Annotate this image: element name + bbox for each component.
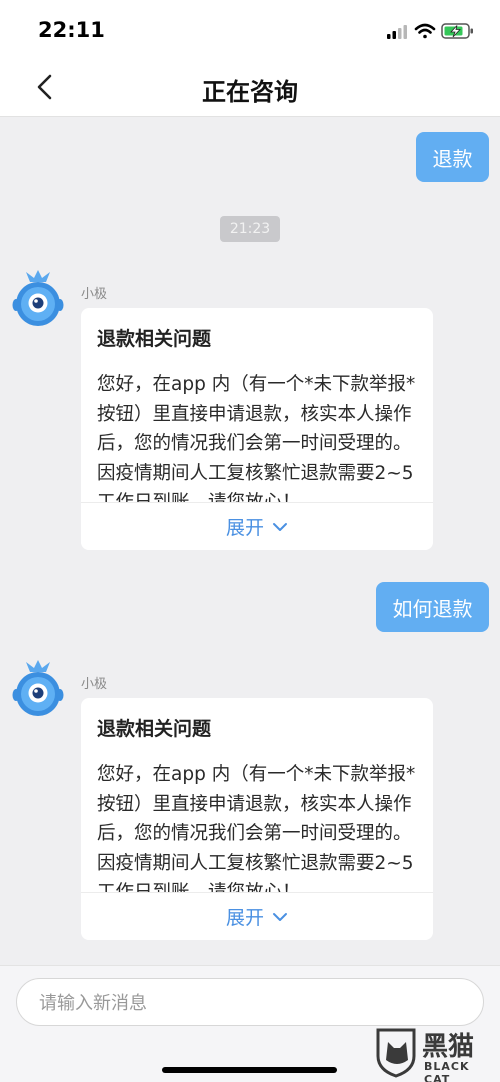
top-bar: 22:11 正在咨询: [0, 0, 500, 117]
card-text: 您好，在app 内（有一个*未下款举报*按钮）里直接申请退款，核实本人操作后，您…: [97, 764, 416, 892]
watermark-subtext: BLACK CAT: [424, 1060, 470, 1082]
robot-avatar-icon: [12, 660, 64, 716]
message-input[interactable]: 请输入新消息: [16, 978, 484, 1026]
signal-icon: [387, 25, 407, 39]
home-indicator: [162, 1067, 337, 1073]
user-message-text: 退款: [432, 146, 473, 171]
expand-button[interactable]: 展开: [81, 892, 433, 940]
chevron-down-icon: [273, 912, 287, 921]
status-time: 22:11: [38, 18, 105, 42]
expand-label: 展开: [225, 517, 264, 539]
bot-answer-card: 退款相关问题 您好，在app 内（有一个*未下款举报*按钮）里直接申请退款，核实…: [81, 308, 433, 550]
user-message-bubble: 退款: [416, 132, 489, 182]
card-body: 退款相关问题 您好，在app 内（有一个*未下款举报*按钮）里直接申请退款，核实…: [81, 308, 433, 502]
robot-avatar-icon: [12, 270, 64, 326]
user-message-bubble: 如何退款: [376, 582, 489, 632]
status-icons: [387, 23, 473, 39]
expand-label: 展开: [225, 907, 264, 929]
bot-name: 小极: [81, 287, 108, 302]
user-message-text: 如何退款: [392, 596, 473, 621]
card-title: 退款相关问题: [97, 328, 212, 350]
card-text: 您好，在app 内（有一个*未下款举报*按钮）里直接申请退款，核实本人操作后，您…: [97, 374, 416, 502]
wifi-icon: [414, 23, 436, 39]
battery-icon: [441, 23, 473, 39]
watermark-text: 黑猫: [422, 1032, 475, 1062]
watermark-logo: 黑猫 BLACK CAT: [372, 1024, 497, 1082]
message-timestamp: 21:23: [220, 216, 280, 242]
card-body: 退款相关问题 您好，在app 内（有一个*未下款举报*按钮）里直接申请退款，核实…: [81, 698, 433, 892]
bot-answer-card: 退款相关问题 您好，在app 内（有一个*未下款举报*按钮）里直接申请退款，核实…: [81, 698, 433, 940]
message-input-placeholder: 请输入新消息: [39, 993, 147, 1014]
expand-button[interactable]: 展开: [81, 502, 433, 550]
cat-logo-icon: [376, 1028, 416, 1078]
bot-name: 小极: [81, 677, 108, 692]
page-title: 正在咨询: [202, 78, 298, 106]
card-title: 退款相关问题: [97, 718, 212, 740]
chevron-down-icon: [273, 522, 287, 531]
